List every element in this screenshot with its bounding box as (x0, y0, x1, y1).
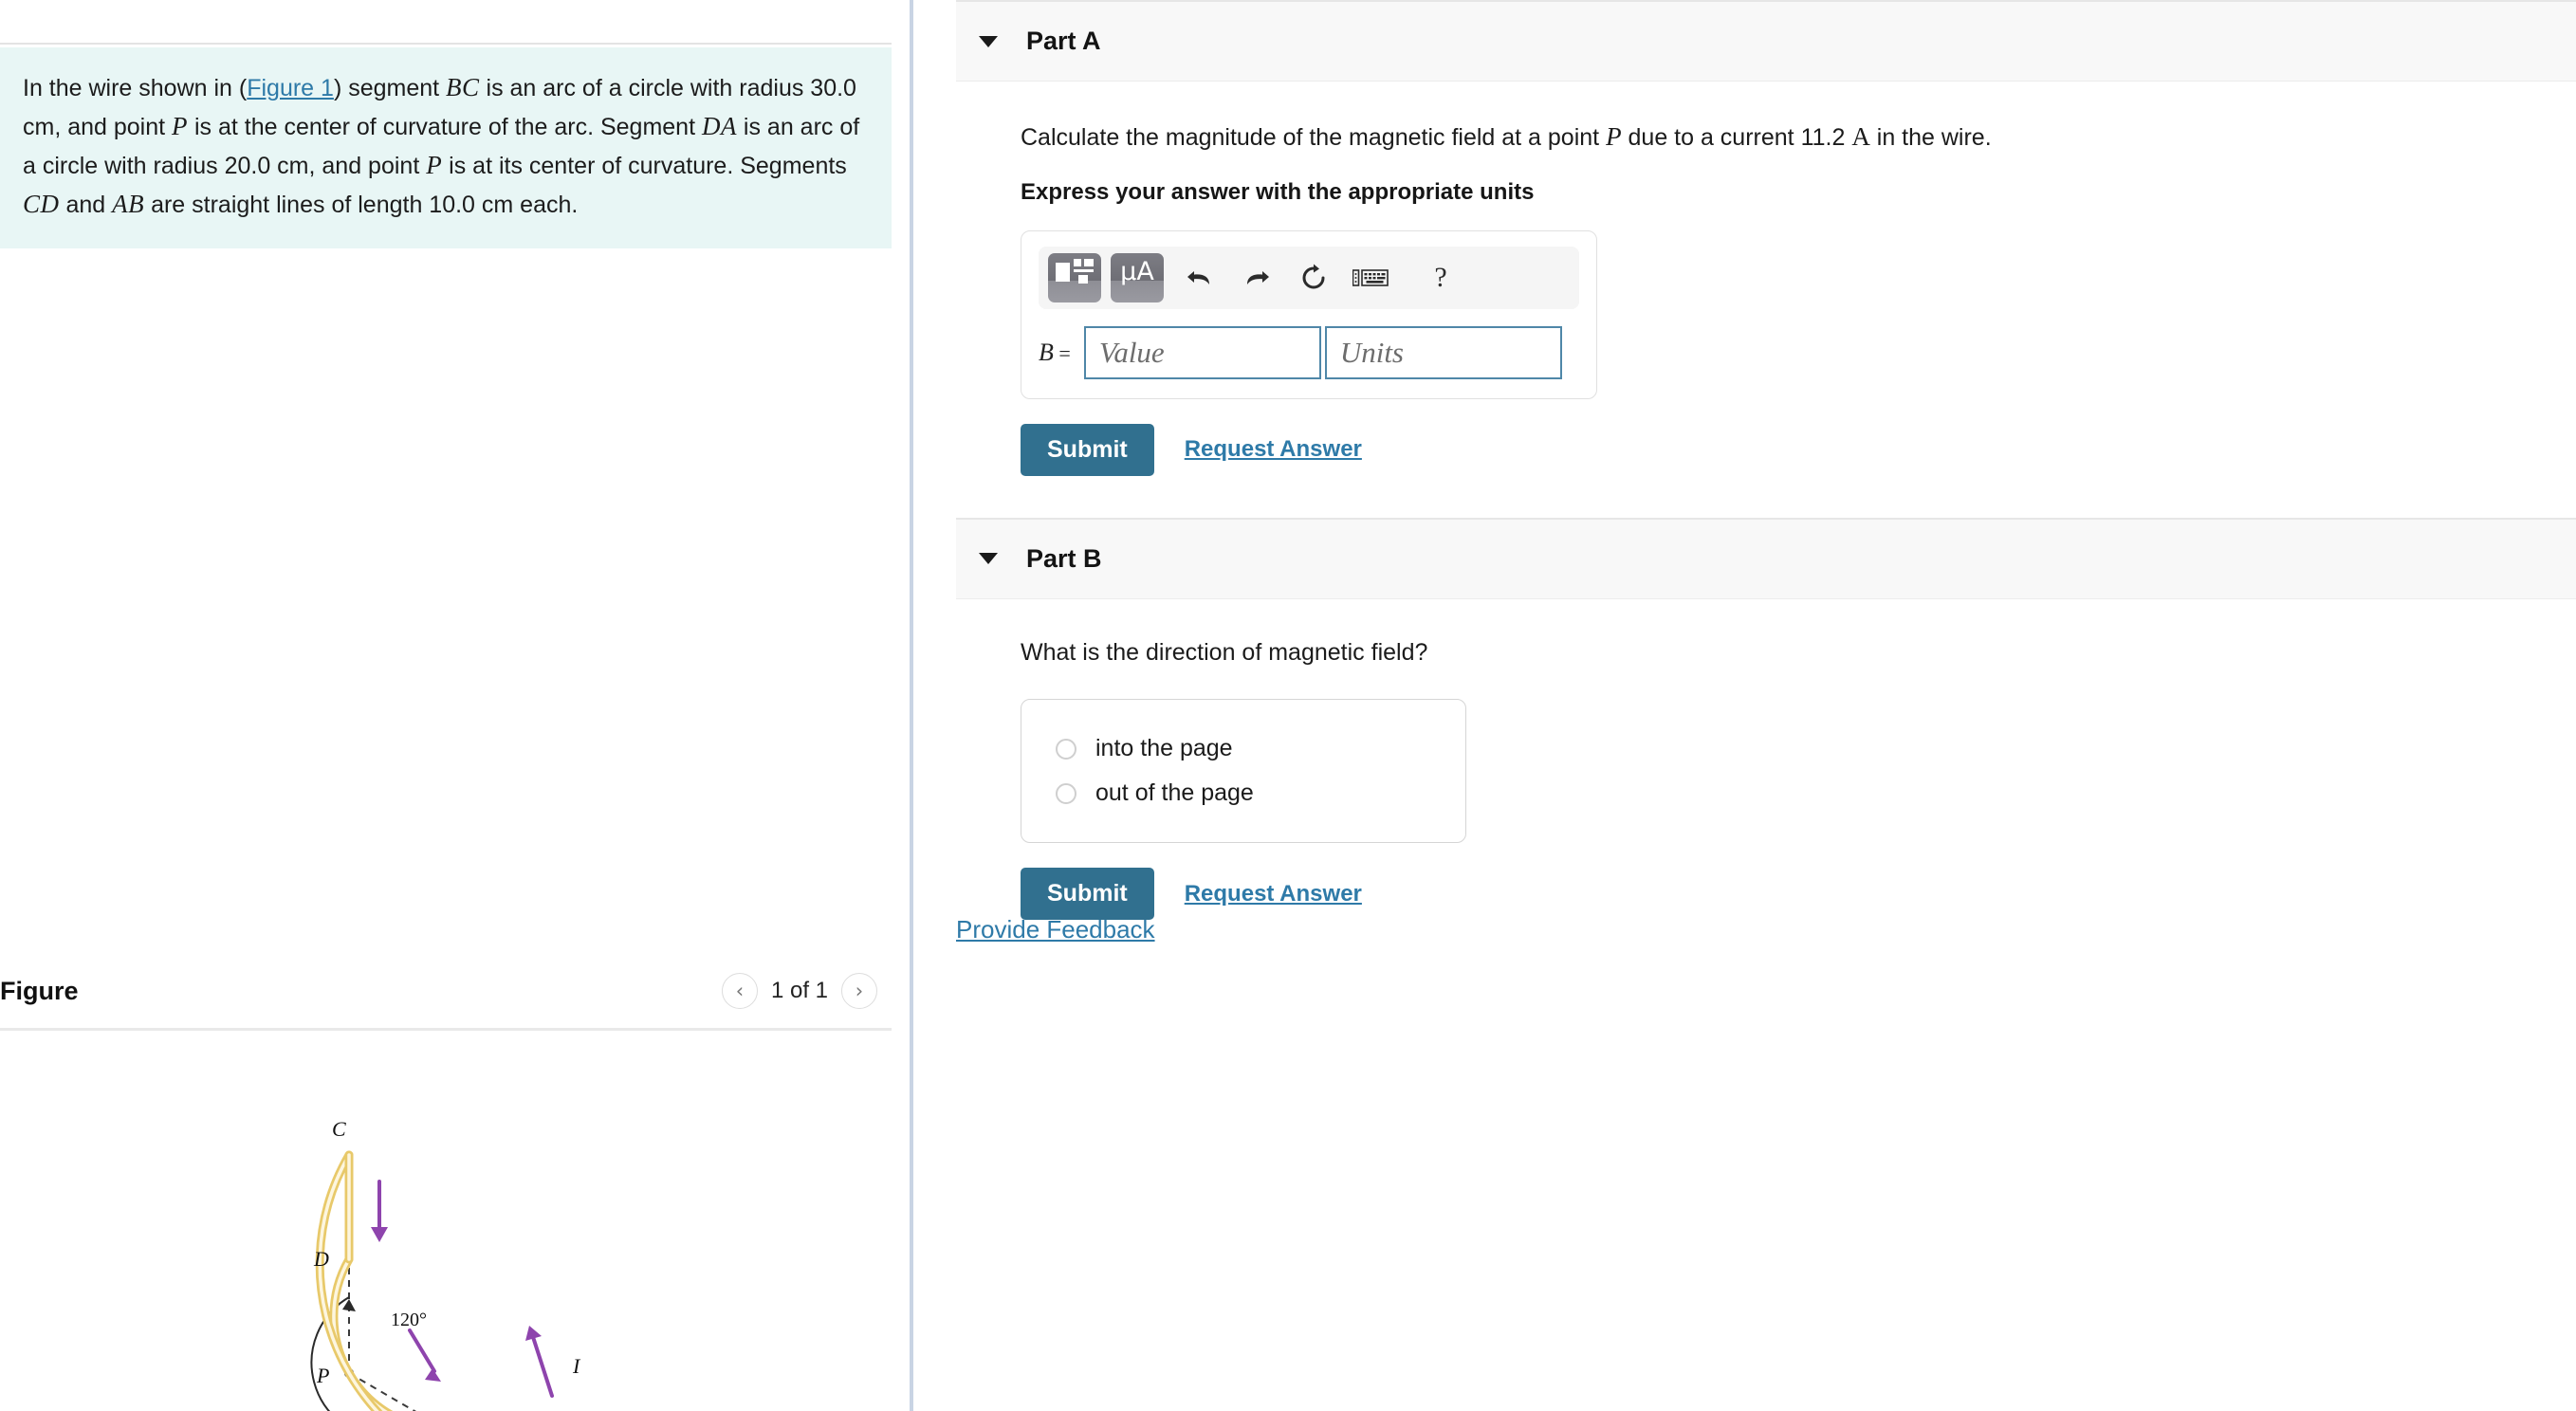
figure-navigation: ‹ 1 of 1 › (721, 973, 877, 1009)
problem-text-7: and (59, 192, 113, 219)
part-b-body: What is the direction of magnetic field?… (956, 599, 2576, 944)
part-b-question: What is the direction of magnetic field? (1021, 638, 1428, 666)
question-unit-amp: A (1851, 122, 1870, 151)
figure-section: Figure ‹ 1 of 1 › C D P I 120° (0, 973, 892, 1411)
reset-circular-arrow-icon[interactable] (1287, 253, 1340, 302)
question-post: in the wire. (1869, 124, 1992, 151)
figure-header: Figure ‹ 1 of 1 › (0, 973, 892, 1032)
math-var-ab: AB (112, 190, 145, 219)
label-C: C (332, 1117, 346, 1141)
problem-statement: In the wire shown in (Figure 1) segment … (0, 47, 892, 249)
part-a-body: Calculate the magnitude of the magnetic … (956, 82, 2576, 476)
part-b-submit-row: Submit Request Answer (1021, 868, 2576, 920)
right-panel: Part A Calculate the magnitude of the ma… (956, 0, 2576, 1411)
math-var-p1: P (172, 112, 189, 141)
radio-option-into-the-page[interactable]: into the page (1021, 726, 1465, 771)
math-var-da: DA (701, 112, 737, 141)
part-a-instruction: Express your answer with the appropriate… (1021, 178, 1535, 205)
answer-equals: = (1053, 340, 1071, 365)
top-divider (0, 43, 892, 45)
radio-label-0: into the page (1095, 735, 1233, 761)
caret-down-icon[interactable] (979, 35, 998, 47)
direction-radio-group: into the page out of the page (1021, 699, 1466, 843)
units-input[interactable]: Units (1324, 325, 1562, 379)
redo-arrow-icon[interactable] (1230, 253, 1283, 302)
part-b-request-answer-link[interactable]: Request Answer (1185, 881, 1362, 907)
figure-divider (0, 1028, 892, 1031)
value-input[interactable]: Value (1083, 325, 1321, 379)
figure-prev-button[interactable]: ‹ (721, 973, 758, 1009)
undo-arrow-icon[interactable] (1173, 253, 1226, 302)
keyboard-icon[interactable] (1344, 253, 1397, 302)
math-toolbar: μA ? (1039, 246, 1579, 309)
answer-variable-label: B = (1039, 339, 1071, 367)
units-placeholder: Units (1339, 335, 1404, 369)
answer-variable: B (1039, 338, 1054, 366)
question-pre: Calculate the magnitude of the magnetic … (1021, 124, 1607, 151)
question-var-p: P (1606, 122, 1622, 151)
problem-text-1: In the wire shown in ( (23, 75, 248, 101)
figure-next-button[interactable]: › (841, 973, 877, 1009)
problem-page: In the wire shown in (Figure 1) segment … (0, 0, 2576, 1411)
part-b-submit-button[interactable]: Submit (1021, 868, 1154, 920)
problem-text-2: ) segment (333, 75, 447, 101)
help-question-icon[interactable]: ? (1414, 253, 1467, 302)
radio-button-icon[interactable] (1056, 738, 1076, 760)
math-var-p2: P (426, 151, 443, 180)
part-a-question: Calculate the magnitude of the magnetic … (1021, 82, 2576, 156)
label-angle-120: 120° (391, 1310, 427, 1330)
part-b-header[interactable]: Part B (956, 517, 2576, 599)
problem-text-4: is at the center of curvature of the arc… (188, 114, 702, 141)
current-arrows (371, 1180, 554, 1398)
figure-1-link[interactable]: Figure 1 (247, 75, 334, 101)
part-a-title: Part A (1026, 27, 1101, 55)
help-label: ? (1434, 261, 1447, 293)
part-a-answer-box: μA ? B = Value Units (1021, 229, 1597, 399)
label-D: D (313, 1247, 329, 1271)
label-I: I (572, 1354, 581, 1378)
value-placeholder: Value (1098, 335, 1165, 369)
provide-feedback-link[interactable]: Provide Feedback (956, 915, 1155, 944)
radio-option-out-of-the-page[interactable]: out of the page (1021, 771, 1465, 815)
caret-down-icon[interactable] (979, 553, 998, 564)
question-mid: due to a current 11.2 (1621, 124, 1852, 151)
math-var-cd: CD (23, 190, 60, 219)
arc-da (329, 1255, 394, 1411)
panel-divider (910, 0, 913, 1411)
figure-image: C D P A B I 120° (0, 1041, 892, 1411)
figure-counter: 1 of 1 (770, 978, 828, 1003)
math-var-bc: BC (446, 73, 480, 101)
part-a-request-answer-link[interactable]: Request Answer (1185, 436, 1362, 463)
left-panel: In the wire shown in (Figure 1) segment … (0, 0, 911, 1411)
label-P: P (316, 1364, 329, 1387)
wire-diagram-svg: C D P A B I 120° (310, 1117, 581, 1411)
radio-label-1: out of the page (1095, 779, 1254, 806)
problem-text-6: is at its center of curvature. Segments (442, 153, 847, 180)
units-micro-amp-icon[interactable]: μA (1111, 252, 1164, 302)
arc-da-inner (332, 1257, 388, 1411)
part-a-submit-row: Submit Request Answer (1021, 423, 2576, 476)
part-a-submit-button[interactable]: Submit (1021, 423, 1154, 476)
figure-title: Figure (0, 977, 79, 1005)
part-b-title: Part B (1026, 543, 1102, 573)
part-a-header[interactable]: Part A (956, 0, 2576, 82)
problem-text-8: are straight lines of length 10.0 cm eac… (144, 192, 579, 219)
math-template-icon[interactable] (1048, 252, 1101, 302)
answer-input-row: B = Value Units (1039, 325, 1579, 379)
radio-button-icon[interactable] (1056, 782, 1076, 804)
units-button-label: μA (1120, 257, 1154, 286)
